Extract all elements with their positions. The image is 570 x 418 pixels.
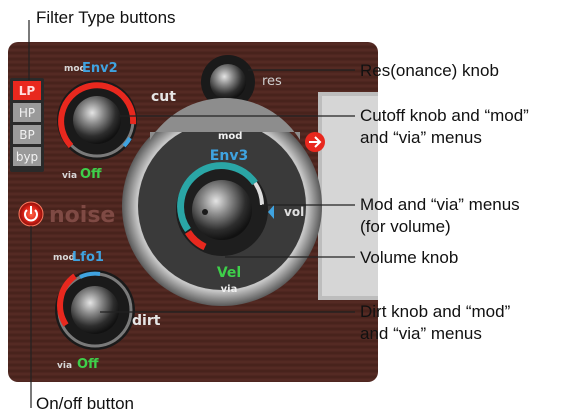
volume-arrow-button[interactable] bbox=[305, 132, 325, 152]
cut-mod-menu[interactable]: Env2 bbox=[82, 61, 118, 76]
filter-type-buttons: LP HP BP byp bbox=[10, 78, 44, 172]
filter-button-lp[interactable]: LP bbox=[13, 81, 41, 100]
callout-res-knob: Res(onance) knob bbox=[360, 61, 499, 80]
callout-mod-via-volume-line2: (for volume) bbox=[360, 217, 451, 236]
volume-mod-menu[interactable]: Env3 bbox=[210, 148, 248, 164]
volume-via-label: via bbox=[221, 284, 238, 295]
noise-section: noise bbox=[18, 201, 115, 228]
callout-mod-via-volume-line1: Mod and “via” menus bbox=[360, 195, 520, 214]
cut-knob-label: cut bbox=[151, 89, 176, 105]
callout-volume-knob: Volume knob bbox=[360, 248, 459, 267]
noise-onoff-button[interactable] bbox=[18, 201, 44, 227]
volume-via-menu[interactable]: Vel bbox=[217, 265, 241, 281]
cutoff-knob[interactable] bbox=[57, 80, 137, 160]
callout-cutoff-line2: and “via” menus bbox=[360, 128, 482, 147]
vol-knob-label: vol bbox=[284, 205, 304, 219]
res-knob-label: res bbox=[262, 74, 282, 89]
callout-dirt-line1: Dirt knob and “mod” bbox=[360, 302, 511, 321]
volume-mod-label: mod bbox=[218, 131, 242, 142]
dirt-via-label: via bbox=[57, 361, 72, 371]
synth-diagram: LP HP BP byp mod Env2 cut via Off res no… bbox=[0, 0, 570, 418]
dirt-mod-menu[interactable]: Lfo1 bbox=[72, 250, 104, 265]
filter-button-bp-label: BP bbox=[19, 128, 34, 142]
dirt-knob-label: dirt bbox=[132, 313, 161, 329]
filter-button-byp-label: byp bbox=[16, 150, 38, 164]
cut-via-label: via bbox=[62, 171, 77, 181]
cut-via-menu[interactable]: Off bbox=[80, 167, 102, 182]
dirt-knob[interactable] bbox=[55, 270, 135, 350]
filter-button-hp[interactable]: HP bbox=[13, 103, 41, 122]
callout-dirt-line2: and “via” menus bbox=[360, 324, 482, 343]
filter-button-lp-label: LP bbox=[19, 84, 36, 98]
dirt-via-menu[interactable]: Off bbox=[77, 357, 99, 372]
filter-button-bp[interactable]: BP bbox=[13, 125, 41, 144]
callout-cutoff-line1: Cutoff knob and “mod” bbox=[360, 106, 529, 125]
filter-button-byp[interactable]: byp bbox=[13, 147, 41, 166]
callout-dirt: Dirt knob and “mod” and “via” menus bbox=[360, 301, 510, 345]
filter-button-hp-label: HP bbox=[19, 106, 35, 120]
noise-label: noise bbox=[49, 203, 115, 228]
callout-filter-type: Filter Type buttons bbox=[36, 8, 176, 27]
callout-onoff: On/off button bbox=[36, 394, 134, 413]
callout-mod-via-volume: Mod and “via” menus (for volume) bbox=[360, 194, 520, 238]
callout-cutoff: Cutoff knob and “mod” and “via” menus bbox=[360, 105, 529, 149]
